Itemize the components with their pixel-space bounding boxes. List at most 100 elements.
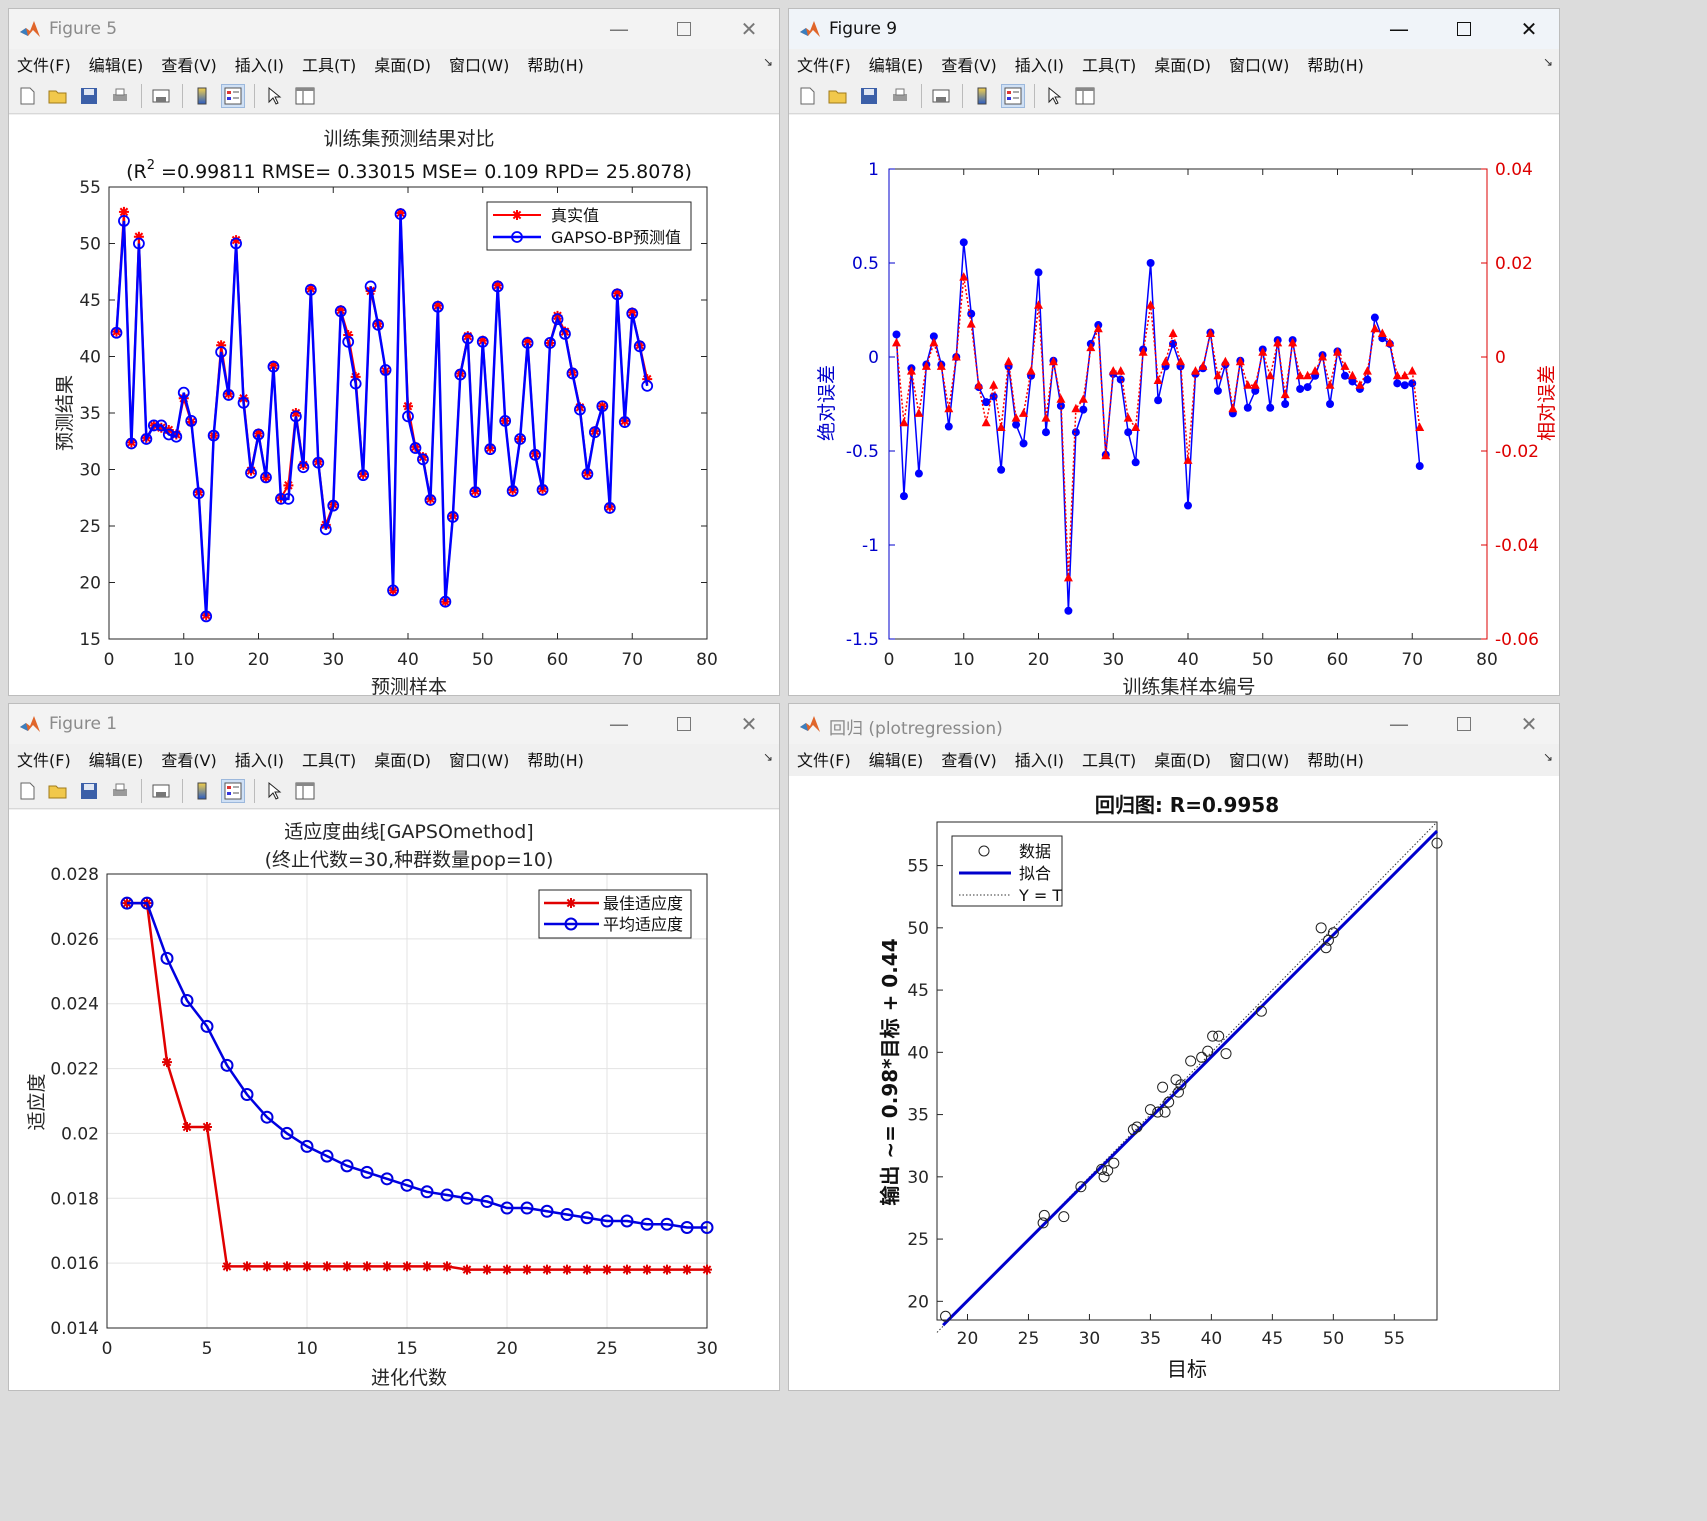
title-bar[interactable]: Figure 1 — ✕ (9, 704, 779, 744)
close-icon: ✕ (740, 712, 758, 736)
save-button[interactable] (857, 84, 881, 108)
save-button[interactable] (77, 779, 101, 803)
menu-item[interactable]: 桌面(D) (1154, 52, 1211, 76)
legend-button[interactable] (1001, 84, 1025, 108)
menu-item[interactable]: 编辑(E) (869, 52, 924, 76)
pointer-button[interactable] (262, 84, 286, 108)
menu-item[interactable]: 插入(I) (1015, 52, 1064, 76)
title-bar[interactable]: Figure 5 — ✕ (9, 9, 779, 49)
colorbar-button[interactable] (970, 84, 994, 108)
menu-item[interactable]: 查看(V) (941, 52, 996, 76)
pointer-button[interactable] (262, 779, 286, 803)
close-button[interactable]: ✕ (719, 709, 779, 739)
data-point (1303, 383, 1312, 392)
dock-arrow-icon[interactable]: ↘ (763, 55, 773, 69)
close-button[interactable]: ✕ (719, 14, 779, 44)
menu-item[interactable]: 插入(I) (235, 52, 284, 76)
x-tick-label: 30 (322, 650, 344, 670)
maximize-button[interactable] (1434, 709, 1494, 739)
colorbar-button[interactable] (190, 779, 214, 803)
dock-arrow-icon[interactable]: ↘ (1543, 750, 1553, 764)
new-file-button[interactable] (15, 84, 39, 108)
chart-subtitle: (终止代数=30,种群数量pop=10) (265, 849, 554, 871)
open-folder-button[interactable] (826, 84, 850, 108)
menu-item[interactable]: 工具(T) (1082, 52, 1136, 76)
title-bar[interactable]: Figure 9 — ✕ (789, 9, 1559, 49)
menu-item[interactable]: 窗口(W) (449, 52, 509, 76)
close-button[interactable]: ✕ (1499, 14, 1559, 44)
menu-item[interactable]: 帮助(H) (527, 52, 584, 76)
maximize-button[interactable] (654, 709, 714, 739)
regression-window: 回归 (plotregression) — ✕ 文件(F) 编辑(E) 查看(V) 插… (788, 703, 1560, 1391)
menu-item[interactable]: 插入(I) (1015, 747, 1064, 771)
menu-item[interactable]: 文件(F) (17, 52, 71, 76)
new-file-button[interactable] (15, 779, 39, 803)
minimize-button[interactable]: — (1369, 14, 1429, 44)
menu-item[interactable]: 查看(V) (941, 747, 996, 771)
title-bar[interactable]: 回归 (plotregression) — ✕ (789, 704, 1559, 744)
data-point (262, 1261, 272, 1272)
save-button[interactable] (77, 84, 101, 108)
menu-item[interactable]: 桌面(D) (374, 52, 431, 76)
data-point (1064, 606, 1073, 615)
menu-item[interactable]: 工具(T) (1082, 747, 1136, 771)
menu-item[interactable]: 编辑(E) (89, 747, 144, 771)
property-inspector-button[interactable] (293, 84, 317, 108)
menu-item[interactable]: 窗口(W) (449, 747, 509, 771)
menu-item[interactable]: 帮助(H) (1307, 747, 1364, 771)
x-tick-label: 70 (621, 650, 643, 670)
data-point (302, 1261, 312, 1272)
menu-item[interactable]: 工具(T) (302, 747, 356, 771)
minimize-button[interactable]: — (589, 709, 649, 739)
print-button[interactable] (888, 84, 912, 108)
menu-item[interactable]: 文件(F) (797, 747, 851, 771)
menu-item[interactable]: 帮助(H) (527, 747, 584, 771)
legend-button[interactable] (221, 779, 245, 803)
x-tick-label: 60 (1327, 650, 1349, 670)
y-tick-label: 0.018 (50, 1189, 99, 1209)
menu-item[interactable]: 插入(I) (235, 747, 284, 771)
print-button[interactable] (108, 779, 132, 803)
print-preview-button[interactable] (149, 779, 173, 803)
menu-bar: 文件(F) 编辑(E) 查看(V) 插入(I) 工具(T) 桌面(D) 窗口(W) 帮助(H)… (9, 744, 779, 774)
menu-item[interactable]: 编辑(E) (869, 747, 924, 771)
legend-button[interactable] (221, 84, 245, 108)
data-point (582, 1264, 592, 1275)
print-icon (110, 781, 130, 801)
menu-item[interactable]: 编辑(E) (89, 52, 144, 76)
figure-toolbar (789, 79, 1559, 114)
minimize-button[interactable]: — (1369, 709, 1429, 739)
pointer-button[interactable] (1042, 84, 1066, 108)
figure-toolbar (9, 79, 779, 114)
dock-arrow-icon[interactable]: ↘ (1543, 55, 1553, 69)
new-file-button[interactable] (795, 84, 819, 108)
print-preview-button[interactable] (149, 84, 173, 108)
menu-item[interactable]: 帮助(H) (1307, 52, 1364, 76)
figure-toolbar (9, 774, 779, 809)
menu-item[interactable]: 文件(F) (17, 747, 71, 771)
print-preview-button[interactable] (929, 84, 953, 108)
close-button[interactable]: ✕ (1499, 709, 1559, 739)
property-inspector-button[interactable] (1073, 84, 1097, 108)
menu-item[interactable]: 文件(F) (797, 52, 851, 76)
maximize-button[interactable] (654, 14, 714, 44)
menu-item[interactable]: 查看(V) (161, 747, 216, 771)
property-inspector-button[interactable] (293, 779, 317, 803)
data-point (1281, 400, 1290, 408)
menu-item[interactable]: 窗口(W) (1229, 747, 1289, 771)
open-folder-button[interactable] (46, 84, 70, 108)
data-point (362, 1261, 372, 1272)
print-button[interactable] (108, 84, 132, 108)
menu-item[interactable]: 查看(V) (161, 52, 216, 76)
menu-item[interactable]: 工具(T) (302, 52, 356, 76)
maximize-button[interactable] (1434, 14, 1494, 44)
minimize-button[interactable]: — (589, 14, 649, 44)
open-folder-button[interactable] (46, 779, 70, 803)
data-point (899, 492, 908, 501)
menu-item[interactable]: 桌面(D) (1154, 747, 1211, 771)
menu-item[interactable]: 窗口(W) (1229, 52, 1289, 76)
menu-item[interactable]: 桌面(D) (374, 747, 431, 771)
dock-arrow-icon[interactable]: ↘ (763, 750, 773, 764)
x-tick-label: 60 (547, 650, 569, 670)
colorbar-button[interactable] (190, 84, 214, 108)
